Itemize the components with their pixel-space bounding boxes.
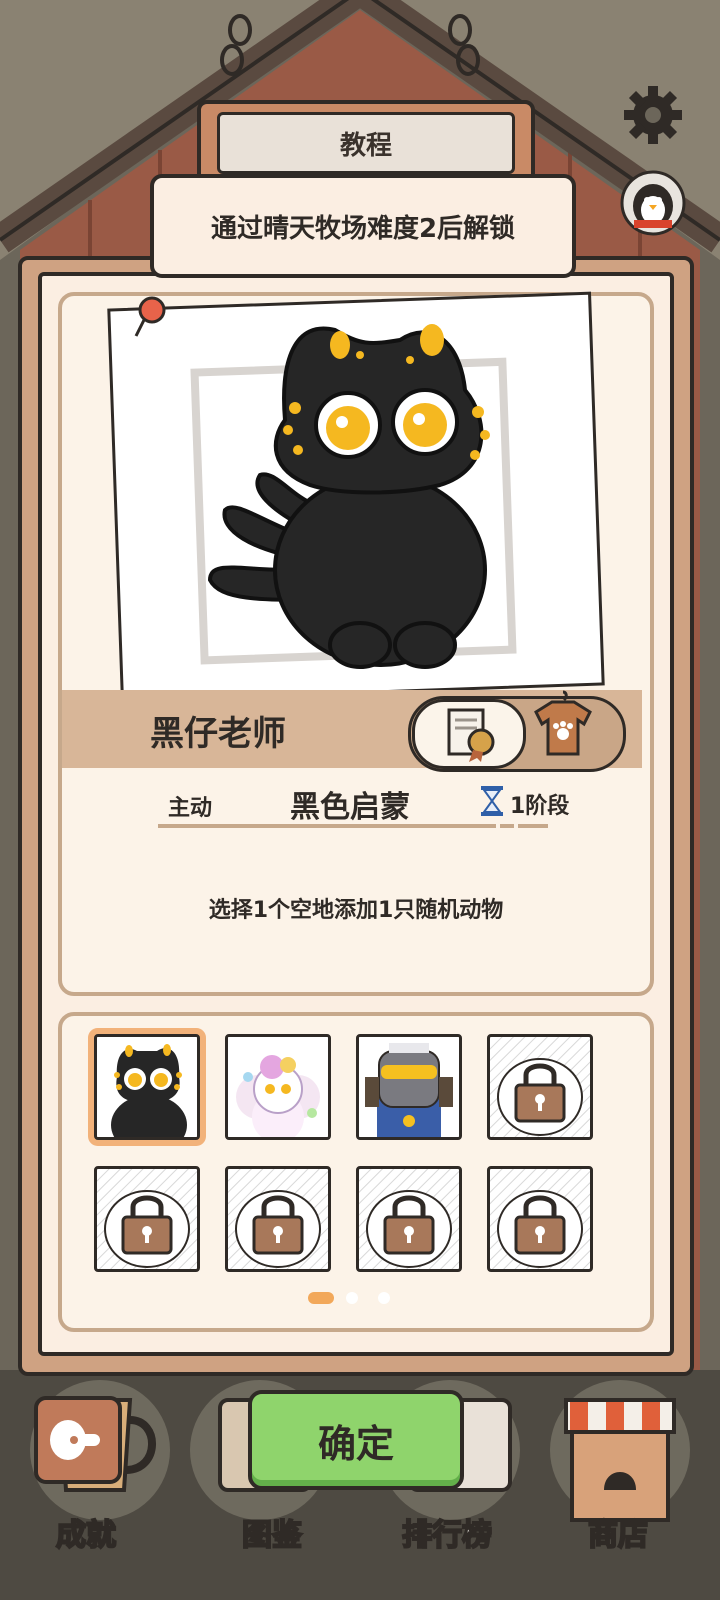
nav-catalog[interactable]: 图鉴 [241,1510,303,1554]
skill-stage: 1阶段 [510,794,570,819]
character-name: 黑仔老师 [150,714,286,754]
certificate-button[interactable] [412,699,526,769]
lock-icon [490,1037,590,1137]
back-arrow-icon [50,1420,100,1460]
black-cat-portrait [207,324,490,669]
slot-locked-5[interactable] [487,1166,593,1272]
slot-robot-cat[interactable] [356,1034,462,1140]
confirm-button[interactable]: 确定 [248,1390,464,1490]
slot-locked-1[interactable] [487,1034,593,1140]
slot-locked-4[interactable] [356,1166,462,1272]
certificate-icon [447,708,495,762]
lock-icon [228,1169,328,1269]
sign-title: 教程 [217,112,515,174]
skill-description: 选择1个空地添加1只随机动物 [208,898,504,923]
unlock-banner: 通过晴天牧场难度2后解锁 [150,174,576,278]
page-dot-3[interactable] [378,1292,390,1304]
gear-icon[interactable] [622,84,684,146]
page-dot-2[interactable] [346,1292,358,1304]
pushpin-icon [134,296,166,337]
nav-achievements[interactable]: 成就 [55,1510,117,1554]
slot-fluffy-cat[interactable] [225,1034,331,1140]
skill-name: 黑色启蒙 [290,790,410,825]
lock-icon [359,1169,459,1269]
skill-divider-seg [500,824,514,828]
robot-cat-thumb [359,1037,459,1137]
black-cat-thumb [97,1037,197,1137]
shirt-icon[interactable] [528,688,598,762]
nav-shop[interactable]: 商店 [587,1510,649,1554]
hourglass-icon [481,786,503,816]
page-dot-1[interactable] [308,1292,334,1304]
lock-icon [97,1169,197,1269]
lock-icon [490,1169,590,1269]
skill-divider [158,824,496,828]
slot-black-cat[interactable] [94,1034,200,1140]
penguin-avatar-icon[interactable] [620,170,686,236]
slot-locked-3[interactable] [225,1166,331,1272]
fluffy-cat-thumb [228,1037,328,1137]
slot-locked-2[interactable] [94,1166,200,1272]
back-button[interactable] [34,1396,122,1484]
skill-type: 主动 [168,796,213,821]
nav-leaderboard[interactable]: 排行榜 [401,1510,493,1554]
skill-divider-seg2 [518,824,548,828]
